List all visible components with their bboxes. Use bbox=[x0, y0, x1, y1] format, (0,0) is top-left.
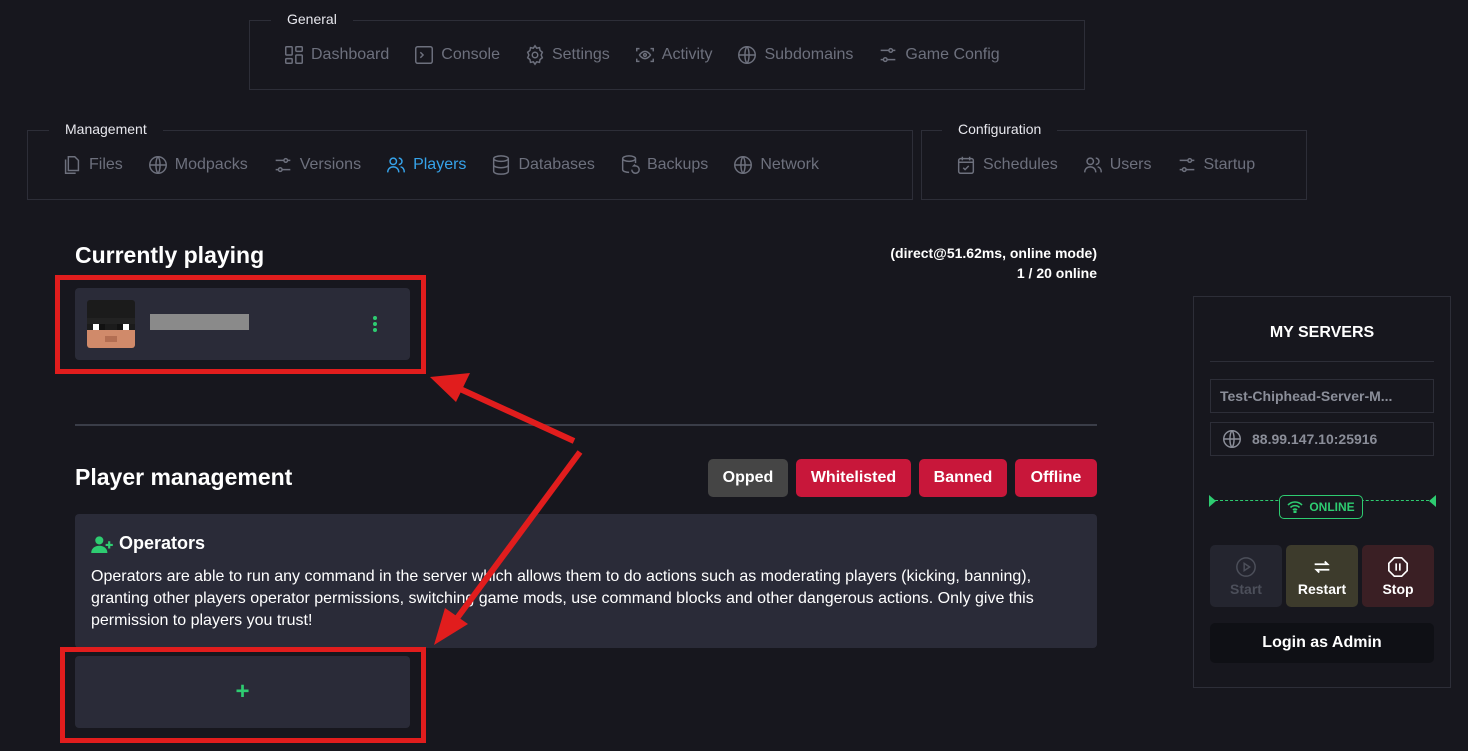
currently-playing-heading: Currently playing bbox=[75, 242, 265, 268]
status-line-left-marker bbox=[1209, 495, 1216, 507]
restart-icon bbox=[1314, 560, 1330, 573]
panel-divider bbox=[1210, 361, 1434, 362]
operators-info-box: Operators Operators are able to run any … bbox=[75, 514, 1097, 648]
filter-whitelisted-button[interactable]: Whitelisted bbox=[796, 459, 911, 497]
filter-banned-button[interactable]: Banned bbox=[919, 459, 1007, 497]
server-name-field[interactable]: Test-Chiphead-Server-M... bbox=[1210, 379, 1434, 413]
nav-item-schedules[interactable]: Schedules bbox=[955, 154, 1058, 176]
login-as-admin-button[interactable]: Login as Admin bbox=[1210, 623, 1434, 663]
user-plus-icon bbox=[91, 536, 113, 553]
nav-item-label: Versions bbox=[299, 156, 362, 173]
nav-item-label: Schedules bbox=[983, 156, 1058, 173]
sliders-icon bbox=[1179, 157, 1194, 173]
stop-button[interactable]: Stop bbox=[1362, 545, 1434, 607]
annotation-arrowhead-player bbox=[430, 373, 470, 402]
filter-offline-button[interactable]: Offline bbox=[1015, 459, 1097, 497]
nav-item-label: Subdomains bbox=[764, 46, 854, 63]
my-servers-panel: MY SERVERS Test-Chiphead-Server-M... 88.… bbox=[1193, 296, 1451, 688]
nav-item-users[interactable]: Users bbox=[1082, 154, 1152, 176]
stop-label: Stop bbox=[1382, 580, 1414, 597]
nav-item-game-config[interactable]: Game Config bbox=[877, 44, 1000, 66]
nav-item-modpacks[interactable]: Modpacks bbox=[147, 154, 248, 176]
users-icon bbox=[1083, 157, 1102, 173]
nav-item-backups[interactable]: Backups bbox=[619, 154, 708, 176]
nav-item-label: Databases bbox=[518, 156, 595, 173]
nav-item-versions[interactable]: Versions bbox=[272, 154, 361, 176]
nav-item-label: Dashboard bbox=[311, 46, 390, 63]
nav-item-network[interactable]: Network bbox=[732, 154, 819, 176]
filter-opped-button[interactable]: Opped bbox=[708, 459, 788, 497]
start-label: Start bbox=[1230, 580, 1262, 597]
globe-icon bbox=[148, 156, 167, 174]
eye-scan-icon bbox=[635, 47, 654, 63]
my-servers-title: MY SERVERS bbox=[1269, 324, 1375, 341]
globe-icon bbox=[1223, 430, 1241, 448]
nav-item-settings[interactable]: Settings bbox=[524, 44, 610, 66]
globe-icon bbox=[738, 46, 757, 64]
nav-item-files[interactable]: Files bbox=[61, 154, 123, 176]
database-icon bbox=[493, 155, 510, 175]
connection-meta: (direct@51.62ms, online mode) 1 / 20 onl… bbox=[890, 243, 1097, 283]
restart-button[interactable]: Restart bbox=[1286, 545, 1358, 607]
sliders-icon bbox=[275, 157, 291, 173]
status-text: ONLINE bbox=[1309, 500, 1355, 514]
operators-description: Operators are able to run any command in… bbox=[91, 568, 1034, 629]
nav-item-players[interactable]: Players bbox=[385, 154, 466, 176]
nav-item-label: Settings bbox=[551, 46, 610, 63]
start-button[interactable]: Start bbox=[1210, 545, 1282, 607]
backup-database-icon bbox=[621, 155, 640, 174]
nav-group-configuration: Configuration Schedules Users Startup bbox=[921, 117, 1307, 200]
player-management-heading: Player management bbox=[75, 464, 293, 490]
nav-item-label: Backups bbox=[646, 156, 709, 173]
sliders-icon bbox=[881, 47, 896, 63]
annotation-highlight-add bbox=[60, 647, 426, 743]
annotation-arrow-to-player bbox=[456, 385, 576, 444]
restart-label: Restart bbox=[1297, 580, 1347, 597]
server-address-field[interactable]: 88.99.147.10:25916 bbox=[1210, 422, 1434, 456]
nav-item-label: Network bbox=[760, 156, 819, 173]
nav-item-label: Startup bbox=[1203, 156, 1256, 173]
terminal-icon bbox=[415, 46, 434, 64]
connection-info: (direct@51.62ms, online mode) bbox=[890, 245, 1097, 261]
nav-item-label: Users bbox=[1109, 156, 1152, 173]
users-icon bbox=[387, 157, 406, 173]
nav-item-label: Modpacks bbox=[174, 156, 248, 173]
nav-item-console[interactable]: Console bbox=[413, 44, 500, 66]
nav-group-management: Management Files Modpacks Versions Playe… bbox=[27, 117, 913, 200]
nav-item-subdomains[interactable]: Subdomains bbox=[736, 44, 853, 66]
status-line-right-marker bbox=[1429, 495, 1436, 507]
globe-icon bbox=[734, 156, 753, 174]
nav-group-general: General Dashboard Console Settings Activ… bbox=[249, 7, 1085, 90]
calendar-check-icon bbox=[957, 156, 975, 174]
nav-item-startup[interactable]: Startup bbox=[1176, 154, 1256, 176]
server-name: Test-Chiphead-Server-M... bbox=[1220, 388, 1393, 404]
operators-title: Operators bbox=[119, 533, 206, 553]
status-badge: ONLINE bbox=[1279, 495, 1363, 519]
section-divider bbox=[75, 424, 1097, 426]
nav-item-label: Game Config bbox=[905, 46, 1000, 63]
server-address: 88.99.147.10:25916 bbox=[1252, 431, 1378, 447]
nav-item-label: Players bbox=[413, 156, 467, 173]
nav-item-label: Files bbox=[89, 156, 123, 173]
pause-octagon-icon bbox=[1388, 556, 1408, 577]
gear-icon bbox=[526, 44, 544, 66]
nav-item-activity[interactable]: Activity bbox=[634, 44, 713, 66]
files-icon bbox=[64, 156, 80, 174]
annotation-highlight-player bbox=[55, 275, 426, 374]
nav-item-dashboard[interactable]: Dashboard bbox=[283, 44, 389, 66]
nav-item-label: Activity bbox=[661, 46, 713, 63]
nav-item-label: Console bbox=[441, 46, 500, 63]
dashboard-icon bbox=[285, 46, 303, 64]
nav-item-databases[interactable]: Databases bbox=[490, 154, 595, 176]
play-icon bbox=[1236, 556, 1256, 577]
online-count: 1 / 20 online bbox=[1016, 265, 1097, 281]
wifi-icon bbox=[1287, 501, 1303, 513]
